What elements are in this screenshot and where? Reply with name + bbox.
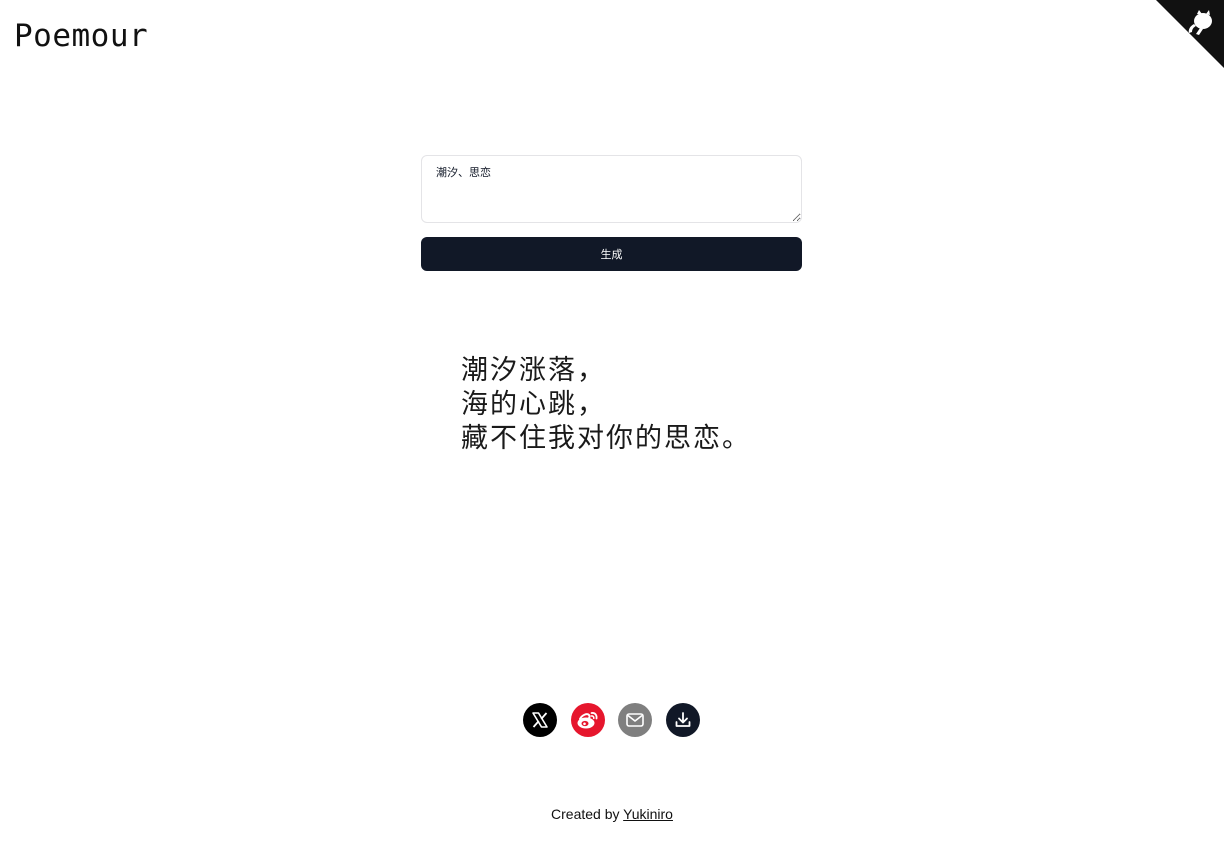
github-octocat-icon bbox=[1156, 0, 1224, 68]
share-toolbar bbox=[523, 703, 703, 737]
generate-button[interactable]: 生成 bbox=[421, 237, 802, 271]
app-title: Poemour bbox=[14, 18, 149, 54]
share-x-button[interactable] bbox=[523, 703, 557, 737]
poem-line: 潮汐涨落， bbox=[461, 355, 606, 386]
share-email-button[interactable] bbox=[618, 703, 652, 737]
download-icon bbox=[675, 712, 691, 727]
download-button[interactable] bbox=[666, 703, 700, 737]
poem-line: 藏不住我对你的思恋。 bbox=[461, 423, 751, 454]
poem-line: 海的心跳， bbox=[461, 389, 606, 420]
share-weibo-button[interactable] bbox=[571, 703, 605, 737]
footer-credit-text: Created by bbox=[551, 806, 620, 822]
poem-output: 潮汐涨落， 海的心跳， 藏不住我对你的思恋。 bbox=[461, 354, 751, 456]
author-link[interactable]: Yukiniro bbox=[623, 806, 673, 822]
github-corner-link[interactable] bbox=[1156, 0, 1224, 68]
prompt-input[interactable] bbox=[421, 155, 802, 223]
footer: Created by Yukiniro bbox=[0, 806, 1224, 822]
weibo-icon bbox=[577, 712, 598, 729]
email-icon bbox=[626, 713, 644, 727]
x-icon bbox=[532, 712, 548, 728]
